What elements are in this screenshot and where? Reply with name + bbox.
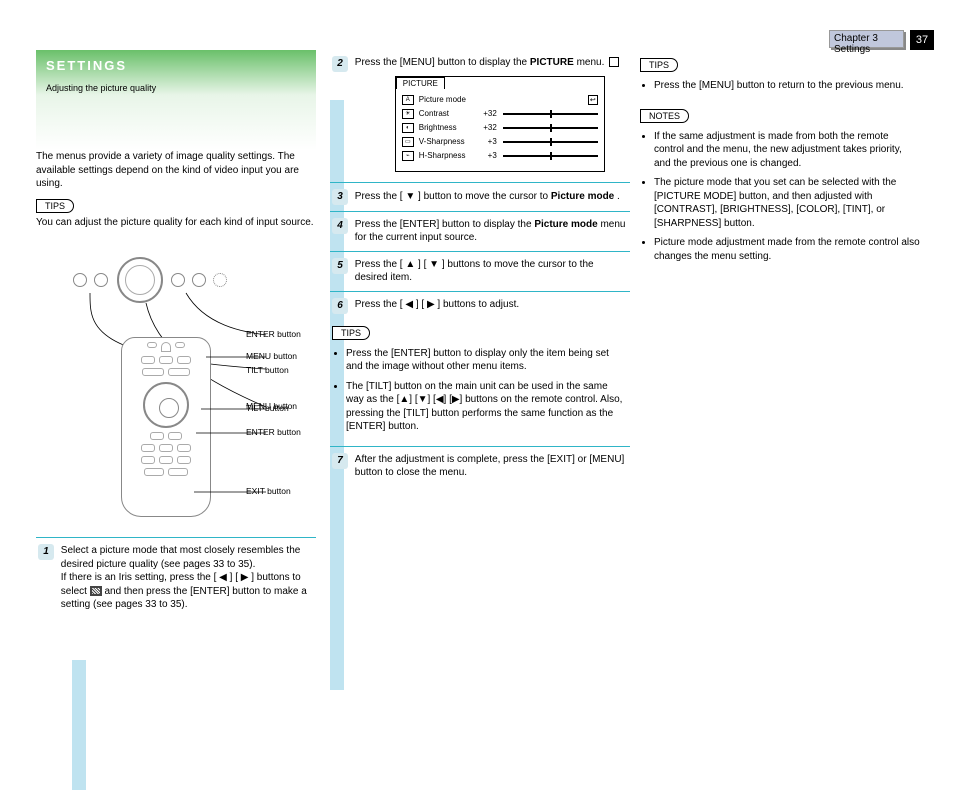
osd-row: ▭ V-Sharpness+3 xyxy=(402,135,598,149)
step-number: 5 xyxy=(332,258,348,274)
enter-glyph-icon xyxy=(609,57,619,67)
left-column: The menus provide a variety of image qua… xyxy=(36,150,316,618)
menu-name: PICTURE xyxy=(530,57,574,68)
panel-aux1-icon xyxy=(192,273,206,287)
osd-row-icon: ⌁ xyxy=(402,151,414,161)
step6-text: Press the [ ◀ ] [ ▶ ] buttons to adjust. xyxy=(355,298,627,312)
middle-column: 2 Press the [MENU] button to display the… xyxy=(330,50,630,486)
step2-text: Press the [MENU] button to display the P… xyxy=(355,56,627,70)
step-number: 4 xyxy=(332,218,348,234)
step-1: 1 Select a picture mode that most closel… xyxy=(36,537,316,618)
notes-label: NOTES xyxy=(640,109,689,123)
osd-row-label: Picture mode xyxy=(419,95,471,104)
osd-row: ◐ Brightness+32 xyxy=(402,121,598,135)
tip-label: TIPS xyxy=(332,326,370,340)
osd-row-icon: ▭ xyxy=(402,137,414,147)
osd-row-value: +32 xyxy=(471,123,497,132)
panel-aux2-icon xyxy=(213,273,227,287)
step-number: 7 xyxy=(332,453,348,469)
step-number: 2 xyxy=(332,56,348,72)
nav-ring-icon xyxy=(143,382,189,428)
osd-row: ⌁ H-Sharpness+3 xyxy=(402,149,598,163)
panel-tilt-button xyxy=(94,273,108,287)
callout-panel-enter: ENTER button xyxy=(246,329,301,339)
enter-glyph-icon: ↩ xyxy=(588,95,598,105)
osd-panel: PICTURE A Picture mode ↩ ☀ Contrast+32 ◐ Brigh… xyxy=(395,76,605,172)
callout-panel-tilt: TILT button xyxy=(246,365,289,375)
slider-bar-icon xyxy=(503,113,598,115)
right-column: TIPS Press the [MENU] button to return t… xyxy=(640,50,920,269)
remote-diagram: ENTER button TILT button MENU button MEN… xyxy=(46,237,306,527)
tip-body: You can adjust the picture quality for e… xyxy=(36,216,316,230)
osd-row: ☀ Contrast+32 xyxy=(402,107,598,121)
step5-text: Press the [ ▲ ] [ ▼ ] buttons to move th… xyxy=(355,258,627,285)
section-header: SETTINGS Adjusting the picture quality xyxy=(36,50,316,150)
callout-rc-exit: EXIT button xyxy=(246,486,291,496)
step1-text-b: If there is an Iris setting, press the [… xyxy=(61,571,313,612)
osd-row-icon: A xyxy=(402,95,414,105)
step-7: 7 After the adjustment is complete, pres… xyxy=(330,446,630,486)
osd-row-label: Brightness xyxy=(419,123,471,132)
step-2: 2 Press the [MENU] button to display the… xyxy=(330,50,630,182)
callout-rc-menu: MENU button xyxy=(246,351,297,361)
callout-rc-tilt: TILT button xyxy=(246,403,289,413)
osd-row-icon: ◐ xyxy=(402,123,414,133)
osd-row-value: +32 xyxy=(471,109,497,118)
osd-tab: PICTURE xyxy=(396,77,445,89)
step-3: 3 Press the [ ▼ ] button to move the cur… xyxy=(330,182,630,211)
tip3-item-0: Press the [MENU] button to return to the… xyxy=(654,79,920,93)
osd-row-icon: ☀ xyxy=(402,109,414,119)
tip2-item-1: The [TILT] button on the main unit can b… xyxy=(346,380,628,434)
tip-block-3: TIPS Press the [MENU] button to return t… xyxy=(640,58,920,93)
power-icon xyxy=(73,273,87,287)
panel-enter-button xyxy=(171,273,185,287)
osd-row-label: Contrast xyxy=(419,109,471,118)
osd-row-label: H-Sharpness xyxy=(419,151,471,160)
iris-icon xyxy=(90,586,102,596)
panel-menu-ring xyxy=(117,257,163,303)
osd-row-value: +3 xyxy=(471,137,497,146)
step-6: 6 Press the [ ◀ ] [ ▶ ] buttons to adjus… xyxy=(330,291,630,320)
step7-text: After the adjustment is complete, press … xyxy=(355,453,627,480)
step-4: 4 Press the [ENTER] button to display th… xyxy=(330,211,630,251)
osd-row: A Picture mode ↩ xyxy=(402,93,598,107)
tip-block-2: TIPS Press the [ENTER] button to display… xyxy=(330,320,630,446)
slider-bar-icon xyxy=(503,127,598,129)
callout-rc-enter: ENTER button xyxy=(246,427,301,437)
step1-text-a: Select a picture mode that most closely … xyxy=(61,544,313,571)
remote-body xyxy=(121,337,211,517)
step4-text: Press the [ENTER] button to display the … xyxy=(355,218,627,245)
note-item-2: Picture mode adjustment made from the re… xyxy=(654,236,920,263)
step3-text: Press the [ ▼ ] button to move the curso… xyxy=(355,189,627,204)
header-title: SETTINGS xyxy=(46,58,306,73)
tip-label: TIPS xyxy=(36,199,74,213)
panel-buttons xyxy=(71,257,229,303)
note-item-1: The picture mode that you set can be sel… xyxy=(654,176,920,230)
chapter-tab: Chapter 3 Settings xyxy=(829,30,904,48)
tip-label: TIPS xyxy=(640,58,678,72)
step-5: 5 Press the [ ▲ ] [ ▼ ] buttons to move … xyxy=(330,251,630,291)
header-subtitle: Adjusting the picture quality xyxy=(46,83,306,93)
slider-bar-icon xyxy=(503,141,598,143)
osd-row-value: +3 xyxy=(471,151,497,160)
note-item-0: If the same adjustment is made from both… xyxy=(654,130,920,171)
intro-text: The menus provide a variety of image qua… xyxy=(36,150,316,191)
step-number: 3 xyxy=(332,189,348,205)
tip2-item-0: Press the [ENTER] button to display only… xyxy=(346,347,628,374)
step-number: 6 xyxy=(332,298,348,314)
notes-block: NOTES If the same adjustment is made fro… xyxy=(640,109,920,264)
slider-bar-icon xyxy=(503,155,598,157)
osd-row-label: V-Sharpness xyxy=(419,137,471,146)
step-number: 1 xyxy=(38,544,54,560)
page-number: 37 xyxy=(910,30,934,50)
